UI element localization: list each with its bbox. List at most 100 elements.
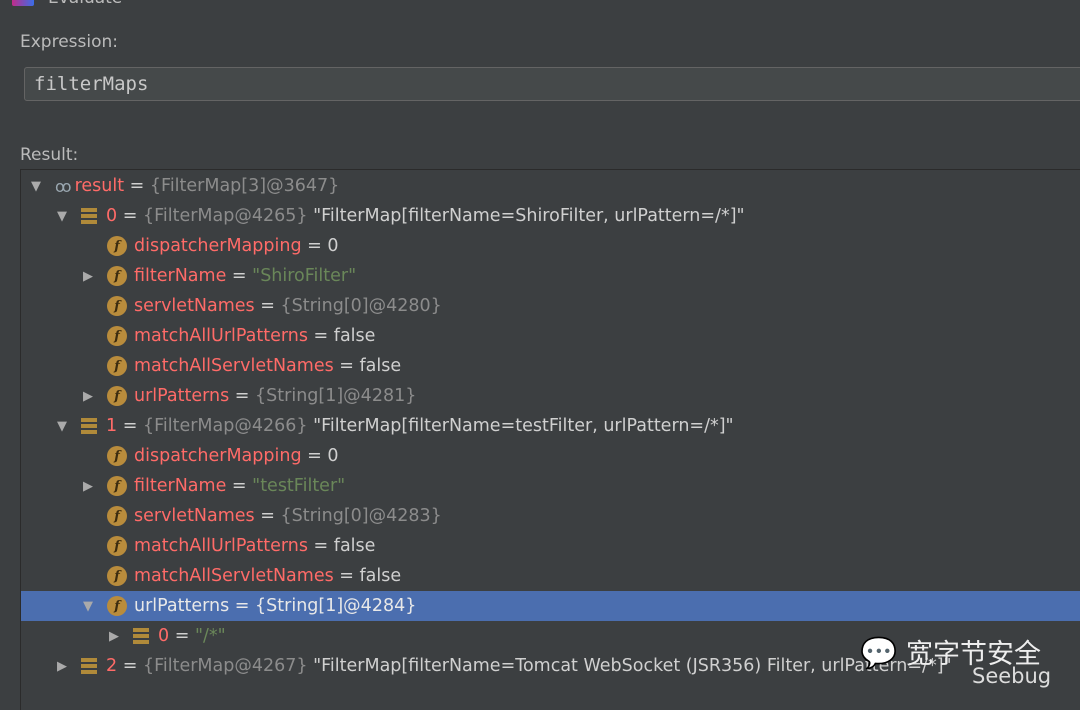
equals: =: [117, 416, 143, 436]
array-element-icon: [81, 418, 97, 434]
tree-row[interactable]: ▼ 0 = {FilterMap@4265} "FilterMap[filterN…: [21, 201, 1080, 231]
var-name: filterName: [134, 266, 227, 286]
equals: =: [254, 296, 281, 316]
field-icon: f: [107, 536, 127, 556]
var-value: "FilterMap[filterName=ShiroFilter, urlPa…: [313, 206, 745, 226]
var-value: "ShiroFilter": [252, 266, 357, 286]
field-icon: f: [107, 446, 127, 466]
var-type: {FilterMap[3]@3647}: [149, 176, 340, 196]
equals: =: [229, 386, 256, 406]
field-icon: f: [107, 296, 127, 316]
expression-label: Expression:: [20, 32, 119, 52]
equals: =: [226, 476, 253, 496]
var-value: "FilterMap[filterName=testFilter, urlPat…: [313, 416, 734, 436]
var-value: "testFilter": [252, 476, 346, 496]
result-tree[interactable]: ▼ oo result = {FilterMap[3]@3647} ▼ 0 = {Fi…: [20, 169, 1080, 710]
expand-arrow-icon[interactable]: ▶: [81, 389, 95, 404]
expression-field[interactable]: [24, 67, 1080, 101]
var-type: {String[0]@4280}: [280, 296, 442, 316]
tree-row[interactable]: f matchAllUrlPatterns = false: [21, 531, 1080, 561]
field-icon: f: [107, 476, 127, 496]
var-type: {String[1]@4281}: [255, 386, 417, 406]
expand-arrow-icon[interactable]: ▶: [107, 629, 121, 644]
field-icon: f: [107, 326, 127, 346]
equals: =: [226, 266, 253, 286]
field-icon: f: [107, 236, 127, 256]
tree-row[interactable]: f dispatcherMapping = 0: [21, 231, 1080, 261]
window-title: Evaluate: [48, 0, 122, 8]
equals: =: [307, 536, 334, 556]
var-type: {FilterMap@4266}: [142, 416, 308, 436]
var-name: 2: [106, 656, 118, 676]
tree-row[interactable]: ▼ 1 = {FilterMap@4266} "FilterMap[filterN…: [21, 411, 1080, 441]
equals: =: [254, 506, 281, 526]
tree-row[interactable]: ▼ f urlPatterns = {String[1]@4284}: [21, 591, 1080, 621]
var-value: false: [359, 566, 402, 586]
tree-row[interactable]: ▶ f filterName = "ShiroFilter": [21, 261, 1080, 291]
array-element-icon: [133, 628, 149, 644]
var-value: false: [333, 326, 376, 346]
equals: =: [124, 176, 150, 196]
expand-arrow-icon[interactable]: ▼: [55, 419, 69, 434]
var-name: 0: [158, 626, 170, 646]
tree-row[interactable]: ▶ f filterName = "testFilter": [21, 471, 1080, 501]
expand-arrow-icon[interactable]: ▼: [29, 179, 43, 194]
equals: =: [117, 656, 143, 676]
equals: =: [333, 566, 360, 586]
var-name: urlPatterns: [134, 386, 230, 406]
var-value: 0: [327, 446, 339, 466]
field-icon: f: [107, 356, 127, 376]
expand-arrow-icon[interactable]: ▶: [55, 659, 69, 674]
var-value: "/*": [194, 626, 226, 646]
var-type: {String[1]@4284}: [255, 596, 417, 616]
var-value: false: [333, 536, 376, 556]
equals: =: [333, 356, 360, 376]
var-name: result: [74, 176, 125, 196]
var-name: matchAllUrlPatterns: [134, 536, 308, 556]
tree-row[interactable]: f matchAllUrlPatterns = false: [21, 321, 1080, 351]
var-name: filterName: [134, 476, 227, 496]
expression-input[interactable]: [25, 68, 1080, 100]
expand-arrow-icon[interactable]: ▶: [81, 269, 95, 284]
var-type: {FilterMap@4265}: [142, 206, 308, 226]
equals: =: [301, 446, 328, 466]
app-icon: [12, 0, 34, 6]
tree-row[interactable]: f matchAllServletNames = false: [21, 351, 1080, 381]
var-name: urlPatterns: [134, 596, 230, 616]
var-name: matchAllServletNames: [134, 356, 334, 376]
var-name: dispatcherMapping: [134, 236, 302, 256]
tree-row[interactable]: ▼ oo result = {FilterMap[3]@3647}: [21, 171, 1080, 201]
tree-row[interactable]: f dispatcherMapping = 0: [21, 441, 1080, 471]
var-name: servletNames: [134, 296, 255, 316]
array-element-icon: [81, 658, 97, 674]
var-name: 0: [106, 206, 118, 226]
var-value: 0: [327, 236, 339, 256]
field-icon: f: [107, 266, 127, 286]
tree-row[interactable]: f matchAllServletNames = false: [21, 561, 1080, 591]
watch-icon: oo: [55, 176, 71, 196]
var-name: matchAllUrlPatterns: [134, 326, 308, 346]
expand-arrow-icon[interactable]: ▼: [81, 599, 95, 614]
var-name: 1: [106, 416, 118, 436]
tree-row[interactable]: f servletNames = {String[0]@4283}: [21, 501, 1080, 531]
field-icon: f: [107, 566, 127, 586]
var-name: matchAllServletNames: [134, 566, 334, 586]
expand-arrow-icon[interactable]: ▶: [81, 479, 95, 494]
var-value: false: [359, 356, 402, 376]
equals: =: [169, 626, 195, 646]
result-label: Result:: [20, 145, 79, 165]
field-icon: f: [107, 506, 127, 526]
var-value: "FilterMap[filterName=Tomcat WebSocket (…: [313, 656, 952, 676]
watermark: 💬 宽字节安全 Seebug: [860, 636, 1052, 688]
equals: =: [301, 236, 328, 256]
tree-row[interactable]: f servletNames = {String[0]@4280}: [21, 291, 1080, 321]
equals: =: [117, 206, 143, 226]
field-icon: f: [107, 596, 127, 616]
var-type: {String[0]@4283}: [280, 506, 442, 526]
array-element-icon: [81, 208, 97, 224]
expand-arrow-icon[interactable]: ▼: [55, 209, 69, 224]
var-name: dispatcherMapping: [134, 446, 302, 466]
tree-row[interactable]: ▶ f urlPatterns = {String[1]@4281}: [21, 381, 1080, 411]
equals: =: [229, 596, 256, 616]
equals: =: [307, 326, 334, 346]
